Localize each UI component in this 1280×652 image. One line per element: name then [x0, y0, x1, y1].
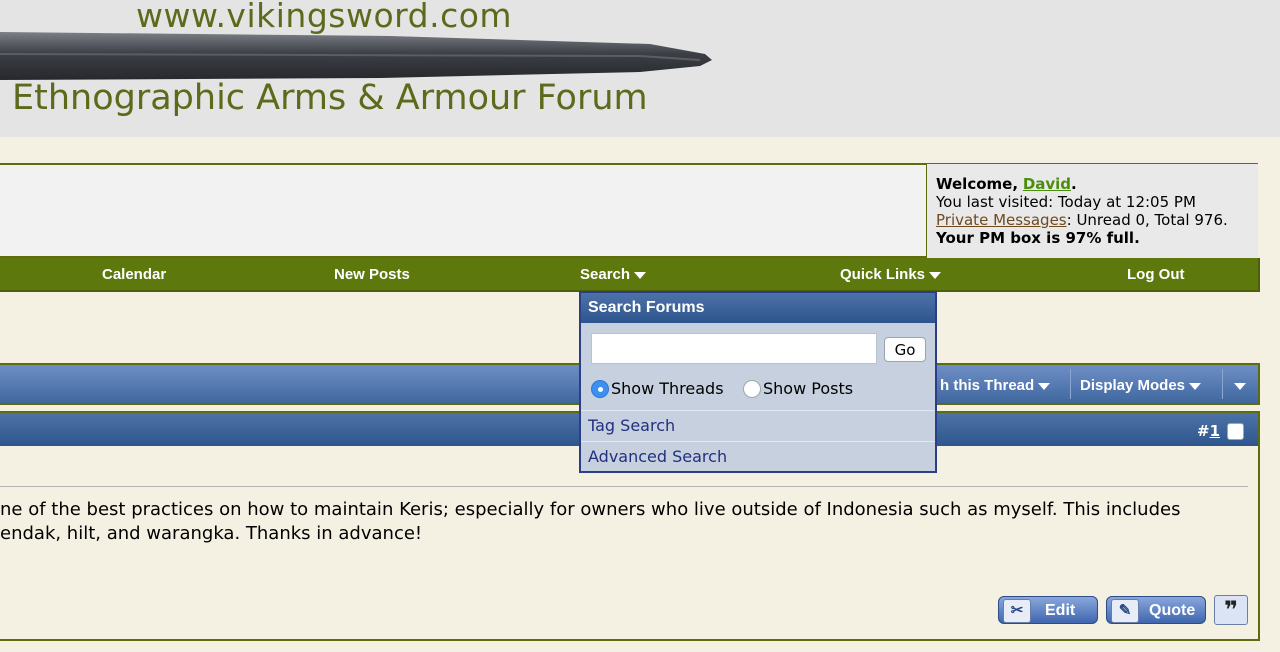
quote-document-icon: ✎ — [1111, 599, 1139, 623]
advanced-search-link[interactable]: Advanced Search — [581, 441, 935, 472]
post-select-checkbox[interactable] — [1227, 423, 1244, 440]
quote-button[interactable]: ✎ Quote — [1106, 596, 1206, 624]
chevron-down-icon — [634, 271, 647, 279]
show-threads-label: Show Threads — [611, 379, 724, 398]
private-messages-link[interactable]: Private Messages — [936, 211, 1067, 229]
quote-label: Quote — [1149, 602, 1196, 619]
nav-search[interactable]: Search — [580, 266, 647, 283]
chevron-down-icon — [1189, 382, 1202, 390]
go-button[interactable]: Go — [884, 337, 926, 362]
search-menu-title: Search Forums — [581, 293, 935, 323]
username-link[interactable]: David — [1023, 175, 1071, 193]
welcome-greeting: Welcome, — [936, 175, 1019, 193]
chevron-down-icon — [1234, 382, 1246, 390]
divider — [1070, 369, 1071, 399]
site-banner[interactable]: www.vikingsword.com Ethnographic Arms & … — [0, 0, 1280, 137]
post-number-link[interactable]: 1 — [1210, 422, 1220, 440]
search-input[interactable] — [591, 333, 877, 364]
nav-quick-links-label: Quick Links — [840, 266, 926, 283]
search-dropdown-menu: Search Forums Go Show Threads Show Posts… — [579, 291, 937, 473]
chevron-down-icon — [1038, 382, 1051, 390]
pm-status-text: : Unread 0, Total 976. — [1066, 211, 1228, 229]
nav-quick-links[interactable]: Quick Links — [840, 266, 942, 283]
post-number-prefix: # — [1196, 422, 1210, 440]
chevron-down-icon — [929, 271, 942, 279]
last-visited-text: You last visited: Today at 12:05 PM — [936, 193, 1196, 211]
nav-search-label: Search — [580, 266, 631, 283]
forum-title: Ethnographic Arms & Armour Forum — [12, 78, 648, 118]
multi-quote-button[interactable]: ❞ — [1214, 595, 1248, 625]
divider — [1222, 369, 1223, 399]
navbar: Calendar New Posts Search Quick Links Lo… — [0, 258, 1260, 292]
search-thread-label: h this Thread — [940, 377, 1035, 394]
display-modes-label: Display Modes — [1080, 377, 1186, 394]
post-text-line: ne of the best practices on how to maint… — [0, 499, 1181, 520]
tag-search-link[interactable]: Tag Search — [581, 410, 935, 441]
pm-box-status: Your PM box is 97% full. — [936, 229, 1140, 247]
divider — [0, 486, 1248, 487]
show-posts-label: Show Posts — [763, 379, 854, 398]
post-message: ne of the best practices on how to maint… — [0, 498, 1260, 546]
extra-menu-toggle[interactable] — [1230, 377, 1246, 394]
show-posts-option[interactable]: Show Posts — [743, 379, 853, 398]
edit-button[interactable]: ✂ Edit — [998, 596, 1098, 624]
nav-new-posts[interactable]: New Posts — [334, 266, 410, 283]
nav-log-out[interactable]: Log Out — [1127, 266, 1184, 283]
scissors-icon: ✂ — [1003, 599, 1031, 623]
quote-marks-icon: ❞ — [1223, 596, 1239, 624]
display-modes-menu[interactable]: Display Modes — [1080, 377, 1202, 394]
radio-unselected-icon[interactable] — [743, 379, 761, 398]
show-threads-option[interactable]: Show Threads — [591, 379, 724, 398]
nav-calendar[interactable]: Calendar — [102, 266, 166, 283]
welcome-panel: Welcome, David. You last visited: Today … — [926, 164, 1258, 258]
post-text-line: endak, hilt, and warangka. Thanks in adv… — [0, 523, 423, 544]
search-thread-menu[interactable]: h this Thread — [940, 377, 1051, 394]
edit-label: Edit — [1045, 602, 1076, 619]
radio-selected-icon[interactable] — [591, 379, 609, 398]
post-number[interactable]: #1 — [1197, 422, 1220, 440]
